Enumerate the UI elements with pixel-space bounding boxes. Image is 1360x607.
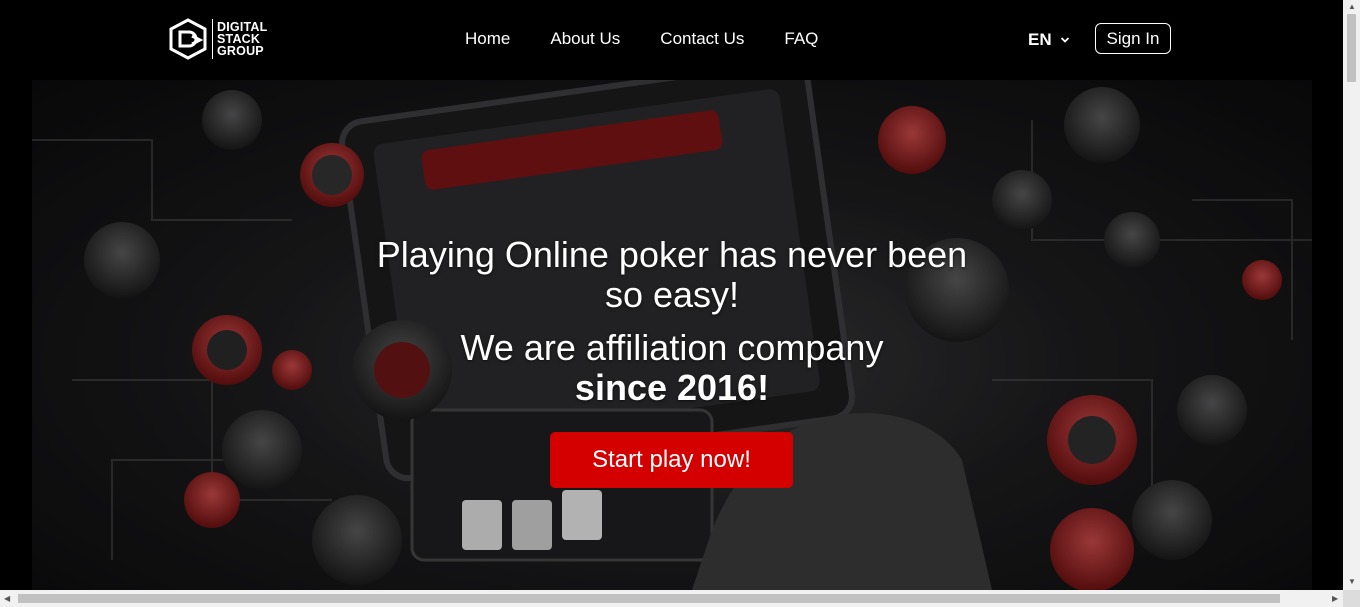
hero-headline: Playing Online poker has never been so e… bbox=[376, 234, 968, 315]
chevron-down-icon bbox=[1060, 37, 1069, 43]
nav-home[interactable]: Home bbox=[465, 29, 510, 49]
nav-faq[interactable]: FAQ bbox=[784, 29, 818, 49]
hero-section: Playing Online poker has never been so e… bbox=[32, 80, 1312, 590]
logo[interactable]: DIGITAL STACK GROUP bbox=[168, 18, 267, 60]
nav-about-us[interactable]: About Us bbox=[550, 29, 620, 49]
horizontal-scrollbar[interactable]: ◀ ▶ bbox=[0, 590, 1360, 607]
nav-contact-us[interactable]: Contact Us bbox=[660, 29, 744, 49]
main-nav: Home About Us Contact Us FAQ bbox=[465, 29, 858, 49]
horizontal-scroll-thumb[interactable] bbox=[18, 594, 1280, 603]
site-header: DIGITAL STACK GROUP Home About Us Contac… bbox=[0, 0, 1343, 80]
vertical-scrollbar[interactable]: ▲ ▼ bbox=[1343, 0, 1360, 590]
language-label: EN bbox=[1028, 30, 1052, 49]
sign-in-button[interactable]: Sign In bbox=[1095, 23, 1171, 54]
hero-subheadline-line2: since 2016! bbox=[574, 367, 770, 408]
language-selector[interactable]: EN bbox=[1028, 30, 1070, 50]
logo-text-line3: GROUP bbox=[217, 44, 264, 58]
hero-subheadline-line1: We are affiliation company bbox=[460, 327, 884, 368]
logo-divider bbox=[212, 19, 213, 59]
scrollbar-corner bbox=[1343, 590, 1360, 607]
vertical-scroll-thumb[interactable] bbox=[1347, 14, 1356, 82]
scroll-left-icon[interactable]: ◀ bbox=[4, 595, 10, 603]
scroll-up-icon[interactable]: ▲ bbox=[1348, 3, 1356, 11]
logo-text: DIGITAL STACK GROUP bbox=[217, 21, 267, 58]
hero-subheadline: We are affiliation company since 2016! bbox=[372, 328, 972, 408]
logo-mark-icon bbox=[169, 18, 207, 60]
scroll-down-icon[interactable]: ▼ bbox=[1348, 578, 1356, 586]
start-play-button[interactable]: Start play now! bbox=[550, 432, 793, 488]
hero-content: Playing Online poker has never been so e… bbox=[32, 80, 1312, 590]
scroll-right-icon[interactable]: ▶ bbox=[1332, 595, 1338, 603]
